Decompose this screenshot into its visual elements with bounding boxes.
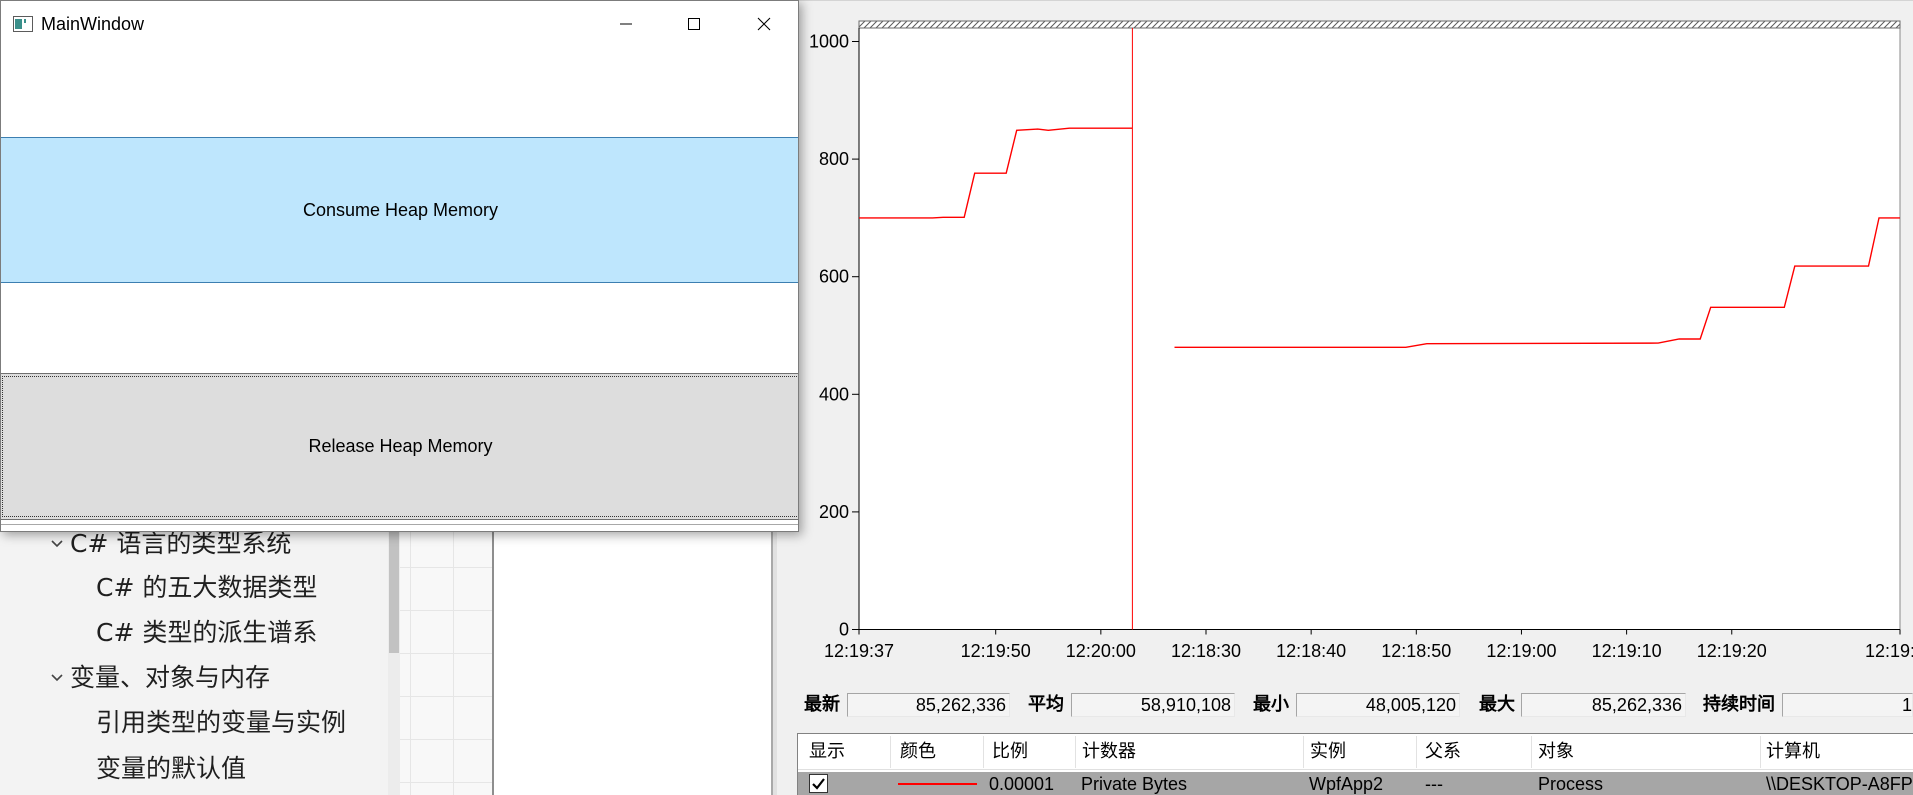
column-header-scale[interactable]: 比例	[992, 734, 1028, 770]
performance-chart: 1000 800 600 400 200 012:19:37 12:19:50 12:20:0…	[809, 20, 1913, 661]
y-tick-label: 1000	[809, 32, 849, 52]
cell-object: Process	[1538, 774, 1604, 794]
consume-heap-memory-button[interactable]: Consume Heap Memory	[1, 137, 798, 283]
column-separator[interactable]	[1760, 736, 1761, 768]
tree-item-variables-objects-memory[interactable]: 变量、对象与内存	[70, 662, 270, 694]
cell-parent: ---	[1425, 774, 1443, 794]
cell-scale: 0.00001	[989, 774, 1055, 794]
table-header: 显示 颜色 比例 计数器 实例 父系 对象 计算机	[798, 734, 1913, 770]
x-tick-label: 12:19:37	[824, 641, 894, 661]
title-bar[interactable]: MainWindow	[1, 1, 798, 47]
column-header-object[interactable]: 对象	[1538, 734, 1574, 770]
x-tick-label: 12:18:30	[1171, 641, 1241, 661]
window-bottom-edge	[1, 524, 798, 525]
cell-instance: WpfApp2	[1309, 774, 1384, 794]
column-separator[interactable]	[1303, 736, 1304, 768]
close-button[interactable]	[729, 1, 798, 47]
y-tick-label: 0	[839, 620, 849, 640]
stat-maximum-value: 85,262,336	[1521, 693, 1686, 717]
release-heap-memory-button[interactable]: Release Heap Memory	[1, 373, 798, 520]
x-tick-label: 12:20:00	[1066, 641, 1136, 661]
close-icon	[757, 17, 771, 31]
column-separator[interactable]	[1531, 736, 1532, 768]
cell-computer: \\DESKTOP-A8FP	[1766, 774, 1913, 794]
plot-area	[858, 27, 1901, 630]
tree-item-default-values[interactable]: 变量的默认值	[96, 753, 246, 785]
column-separator[interactable]	[890, 736, 891, 768]
color-swatch	[898, 783, 977, 785]
release-button-label: Release Heap Memory	[308, 436, 493, 456]
minimize-icon	[620, 23, 632, 25]
column-header-computer[interactable]: 计算机	[1766, 734, 1820, 770]
column-header-color[interactable]: 颜色	[900, 734, 936, 770]
y-tick-label: 800	[819, 149, 849, 169]
maximize-button[interactable]	[659, 1, 729, 47]
column-separator[interactable]	[1416, 736, 1417, 768]
column-header-parent[interactable]: 父系	[1425, 734, 1461, 770]
x-tick-label: 12:18:50	[1381, 641, 1451, 661]
counter-table: 显示 颜色 比例 计数器 实例 父系 对象 计算机 0.00001 Privat…	[797, 733, 1913, 795]
main-window: MainWindow Consume Heap Memory Release H…	[0, 0, 799, 532]
plot-top-band	[858, 20, 1901, 29]
x-tick-label: 12:19:00	[1486, 641, 1556, 661]
stat-duration-value: 1	[1782, 693, 1913, 717]
tree-item-five-data-types[interactable]: C# 的五大数据类型	[96, 572, 317, 604]
stat-latest-value: 85,262,336	[847, 693, 1010, 717]
x-tick-label: 12:19:	[1865, 641, 1913, 661]
stat-average-label: 平均	[1028, 694, 1064, 715]
column-separator[interactable]	[1075, 736, 1076, 768]
stat-minimum-value: 48,005,120	[1296, 693, 1460, 717]
y-tick-label: 600	[819, 267, 849, 287]
tree-item-type-system[interactable]: C# 语言的类型系统	[70, 528, 291, 560]
minimize-button[interactable]	[591, 1, 661, 47]
x-tick-label: 12:19:50	[961, 641, 1031, 661]
stat-average-value: 58,910,108	[1071, 693, 1235, 717]
show-checkbox[interactable]	[809, 774, 828, 793]
table-row[interactable]: 0.00001 Private Bytes WpfApp2 --- Proces…	[798, 772, 1913, 795]
stat-duration-label: 持续时间	[1703, 694, 1775, 715]
y-tick-label: 400	[819, 384, 849, 404]
column-separator[interactable]	[983, 736, 984, 768]
chevron-down-icon[interactable]	[51, 540, 63, 548]
tree-item-reference-variables[interactable]: 引用类型的变量与实例	[96, 707, 346, 739]
x-tick-label: 12:19:10	[1592, 641, 1662, 661]
tree-item-type-derivation[interactable]: C# 类型的派生谱系	[96, 617, 317, 649]
column-header-instance[interactable]: 实例	[1310, 734, 1346, 770]
chevron-down-icon[interactable]	[51, 674, 63, 682]
x-tick-label: 12:19:20	[1697, 641, 1767, 661]
y-tick-label: 200	[819, 502, 849, 522]
stat-maximum-label: 最大	[1479, 694, 1515, 715]
column-header-counter[interactable]: 计数器	[1082, 734, 1136, 770]
stat-latest-label: 最新	[804, 694, 840, 715]
checkmark-icon	[812, 778, 825, 790]
maximize-icon	[688, 18, 700, 30]
cell-counter: Private Bytes	[1081, 774, 1188, 794]
x-tick-label: 12:18:40	[1276, 641, 1346, 661]
stat-minimum-label: 最小	[1253, 694, 1289, 715]
column-header-show[interactable]: 显示	[809, 734, 845, 770]
app-icon	[13, 16, 33, 32]
window-title: MainWindow	[41, 14, 145, 34]
consume-button-label: Consume Heap Memory	[302, 199, 499, 220]
